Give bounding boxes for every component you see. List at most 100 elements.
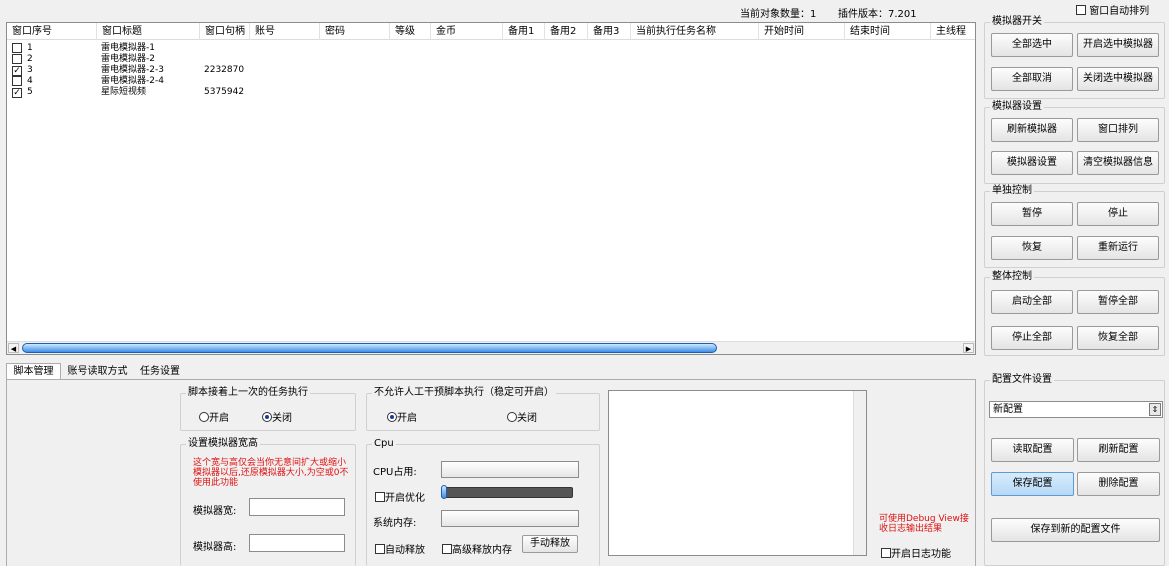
- table-row[interactable]: 4 雷电模拟器-2-4: [7, 76, 975, 87]
- table-header: 窗口序号 窗口标题 窗口句柄 账号 密码 等级 金币 备用1 备用2 备用3 当…: [7, 23, 975, 40]
- col-header[interactable]: 开始时间: [759, 23, 845, 40]
- group-title: 设置模拟器宽高: [186, 438, 260, 450]
- checkbox-icon: [375, 544, 385, 554]
- col-header[interactable]: 主线程: [931, 23, 975, 40]
- no-manual-on-radio[interactable]: 开启: [387, 409, 417, 424]
- radio-label: 开启: [209, 413, 229, 424]
- table-row[interactable]: 2 雷电模拟器-2: [7, 54, 975, 65]
- col-header[interactable]: 密码: [320, 23, 390, 40]
- radio-label: 开启: [397, 413, 417, 424]
- table-row[interactable]: ✓ 3 雷电模拟器-2-3 2232870: [7, 65, 975, 76]
- stop-button[interactable]: 停止: [1077, 202, 1159, 226]
- col-header[interactable]: 窗口标题: [97, 23, 200, 40]
- cancel-all-button[interactable]: 全部取消: [991, 67, 1073, 91]
- start-all-button[interactable]: 启动全部: [991, 290, 1073, 314]
- height-label: 模拟器高:: [193, 542, 237, 553]
- radio-icon: [507, 412, 517, 422]
- resume-button[interactable]: 恢复: [991, 236, 1073, 260]
- table-row[interactable]: 1 雷电模拟器-1: [7, 43, 975, 54]
- slider-handle[interactable]: [441, 485, 447, 499]
- row-checkbox[interactable]: ✓: [12, 66, 22, 76]
- row-id: 2: [27, 54, 33, 64]
- tab-script-mgmt[interactable]: 脚本管理: [6, 363, 61, 380]
- sys-mem-bar: [441, 510, 579, 527]
- refresh-config-button[interactable]: 刷新配置: [1077, 438, 1160, 462]
- checkbox-label: 开启优化: [385, 493, 425, 504]
- col-header[interactable]: 金币: [431, 23, 503, 40]
- row-id: 5: [27, 87, 33, 97]
- scroll-right-icon[interactable]: ▶: [963, 343, 974, 353]
- col-header[interactable]: 备用1: [503, 23, 545, 40]
- col-header[interactable]: 结束时间: [845, 23, 931, 40]
- stop-all-button[interactable]: 停止全部: [991, 326, 1073, 350]
- group-title: Cpu: [372, 438, 396, 450]
- log-scrollbar[interactable]: [853, 391, 866, 555]
- row-title: 雷电模拟器-2-3: [101, 65, 164, 75]
- enable-optimize-checkbox[interactable]: 开启优化: [375, 489, 425, 504]
- adv-release-checkbox[interactable]: 高级释放内存: [442, 541, 512, 556]
- horizontal-scrollbar[interactable]: ◀ ▶: [7, 341, 975, 354]
- checkbox-icon: [442, 544, 452, 554]
- col-header[interactable]: 账号: [250, 23, 320, 40]
- tab-account-read[interactable]: 账号读取方式: [62, 365, 133, 380]
- row-checkbox[interactable]: [12, 54, 22, 64]
- size-warning-text: 这个宽与高仅会当你无意间扩大或缩小模拟器以后,还原模拟器大小,为空或0不使用此功…: [193, 458, 349, 488]
- radio-selected-icon: [262, 412, 272, 422]
- auto-arrange-checkbox[interactable]: 窗口自动排列: [1076, 2, 1149, 17]
- emulator-table[interactable]: 窗口序号 窗口标题 窗口句柄 账号 密码 等级 金币 备用1 备用2 备用3 当…: [6, 22, 976, 355]
- row-id: 3: [27, 65, 33, 75]
- debug-hint-text: 可使用Debug View接收日志输出结果: [879, 514, 969, 534]
- read-config-button[interactable]: 读取配置: [991, 438, 1074, 462]
- optimize-slider-track[interactable]: [441, 487, 573, 498]
- resume-all-button[interactable]: 恢复全部: [1077, 326, 1159, 350]
- clear-sim-info-button[interactable]: 清空模拟器信息: [1077, 151, 1159, 175]
- radio-label: 关闭: [517, 413, 537, 424]
- row-checkbox[interactable]: [12, 76, 22, 86]
- checkbox-label: 自动释放: [385, 545, 425, 556]
- save-config-button[interactable]: 保存配置: [991, 472, 1074, 496]
- delete-config-button[interactable]: 删除配置: [1077, 472, 1160, 496]
- log-textarea[interactable]: [608, 390, 867, 556]
- config-select[interactable]: 新配置 ⇕: [989, 401, 1163, 418]
- row-checkbox[interactable]: [12, 43, 22, 53]
- select-all-button[interactable]: 全部选中: [991, 33, 1073, 57]
- chevron-updown-icon[interactable]: ⇕: [1149, 403, 1161, 416]
- group-title: 模拟器开关: [990, 16, 1044, 28]
- manual-release-button[interactable]: 手动释放: [522, 535, 578, 553]
- sim-height-input[interactable]: [249, 534, 345, 552]
- group-title: 脚本接着上一次的任务执行: [186, 387, 310, 399]
- col-header[interactable]: 窗口序号: [7, 23, 97, 40]
- sim-settings-button[interactable]: 模拟器设置: [991, 151, 1073, 175]
- radio-icon: [199, 412, 209, 422]
- row-id: 4: [27, 76, 33, 86]
- checkbox-icon: [881, 548, 891, 558]
- refresh-sim-button[interactable]: 刷新模拟器: [991, 118, 1073, 142]
- radio-label: 关闭: [272, 413, 292, 424]
- pause-button[interactable]: 暂停: [991, 202, 1073, 226]
- cpu-usage-bar: [441, 461, 579, 478]
- save-new-config-button[interactable]: 保存到新的配置文件: [991, 518, 1160, 542]
- col-header[interactable]: 备用3: [588, 23, 631, 40]
- col-header[interactable]: 备用2: [545, 23, 588, 40]
- tab-task-settings[interactable]: 任务设置: [135, 365, 185, 380]
- sim-width-input[interactable]: [249, 498, 345, 516]
- enable-log-checkbox[interactable]: 开启日志功能: [881, 545, 951, 560]
- continue-on-radio[interactable]: 开启: [199, 409, 229, 424]
- rerun-button[interactable]: 重新运行: [1077, 236, 1159, 260]
- group-title: 配置文件设置: [990, 374, 1054, 386]
- pause-all-button[interactable]: 暂停全部: [1077, 290, 1159, 314]
- no-manual-off-radio[interactable]: 关闭: [507, 409, 537, 424]
- arrange-windows-button[interactable]: 窗口排列: [1077, 118, 1159, 142]
- close-selected-button[interactable]: 关闭选中模拟器: [1077, 67, 1159, 91]
- table-row[interactable]: ✓ 5 星际短视频 5375942: [7, 87, 975, 98]
- col-header[interactable]: 等级: [390, 23, 431, 40]
- col-header[interactable]: 窗口句柄: [200, 23, 250, 40]
- col-header[interactable]: 当前执行任务名称: [631, 23, 759, 40]
- continue-off-radio[interactable]: 关闭: [262, 409, 292, 424]
- open-selected-button[interactable]: 开启选中模拟器: [1077, 33, 1159, 57]
- scroll-left-icon[interactable]: ◀: [8, 343, 19, 353]
- row-checkbox[interactable]: ✓: [12, 88, 22, 98]
- row-handle: 5375942: [204, 87, 245, 97]
- scroll-thumb[interactable]: [22, 343, 717, 353]
- auto-release-checkbox[interactable]: 自动释放: [375, 541, 425, 556]
